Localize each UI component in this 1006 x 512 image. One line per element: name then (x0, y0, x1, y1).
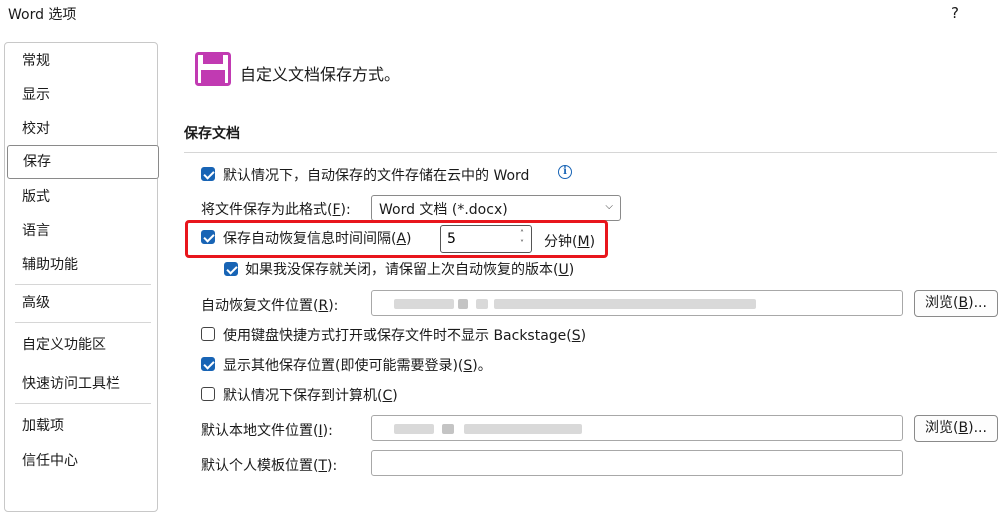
redacted-path (494, 299, 756, 309)
help-button[interactable]: ? (951, 4, 959, 22)
browse-autorecover-button[interactable]: 浏览(B)... (914, 290, 998, 317)
autorecover-label: 保存自动恢复信息时间间隔(A) (223, 231, 412, 247)
keep-last-version-checkbox[interactable] (224, 262, 238, 276)
sidebar: 常规 显示 校对 保存 版式 语言 辅助功能 高级 自定义功能区 快速访问工具栏… (4, 42, 159, 512)
no-backstage-label: 使用键盘快捷方式打开或保存文件时不显示 Backstage(S) (223, 328, 587, 344)
save-to-computer-checkbox[interactable] (201, 387, 215, 401)
sidebar-item-accessibility[interactable]: 辅助功能 (5, 248, 157, 282)
personal-templates-location-label: 默认个人模板位置(T): (201, 458, 338, 474)
redacted-path (476, 299, 488, 309)
window-title: Word 选项 (8, 7, 77, 23)
chevron-down-icon: ⌵ (605, 201, 613, 212)
chevron-up-icon[interactable]: ˄ (520, 230, 524, 238)
sidebar-item-language[interactable]: 语言 (5, 214, 157, 248)
sidebar-item-save[interactable]: 保存 (7, 145, 159, 179)
default-local-location-label: 默认本地文件位置(I): (201, 423, 333, 439)
save-to-computer-label: 默认情况下保存到计算机(C) (223, 388, 398, 404)
chevron-down-icon[interactable]: ˅ (520, 240, 524, 248)
section-title: 保存文档 (184, 126, 240, 142)
show-additional-places-checkbox[interactable] (201, 357, 215, 371)
sidebar-item-trust-center[interactable]: 信任中心 (5, 444, 157, 478)
autorecover-location-field[interactable] (371, 290, 903, 316)
sidebar-item-customize-ribbon[interactable]: 自定义功能区 (5, 328, 157, 362)
info-icon[interactable]: i (558, 165, 572, 179)
personal-templates-location-field[interactable] (371, 450, 903, 476)
redacted-path (458, 299, 468, 309)
autosave-cloud-label: 默认情况下，自动保存的文件存储在云中的 Word (223, 168, 530, 184)
file-format-label: 将文件保存为此格式(F): (201, 202, 351, 218)
redacted-path (394, 424, 434, 434)
redacted-path (442, 424, 454, 434)
sidebar-item-quick-access-toolbar[interactable]: 快速访问工具栏 (5, 367, 157, 401)
sidebar-item-proofing[interactable]: 校对 (5, 112, 157, 146)
page-heading: 自定义文档保存方式。 (240, 65, 401, 84)
sidebar-item-advanced[interactable]: 高级 (5, 286, 157, 320)
browse-local-button[interactable]: 浏览(B)... (914, 415, 998, 442)
autorecover-location-label: 自动恢复文件位置(R): (201, 298, 339, 314)
autorecover-minutes-input[interactable] (447, 228, 509, 250)
sidebar-divider (15, 403, 151, 404)
autosave-cloud-checkbox[interactable] (201, 167, 215, 181)
section-divider (184, 152, 997, 153)
personal-templates-location-input[interactable] (378, 453, 878, 473)
autorecover-checkbox[interactable] (201, 230, 215, 244)
sidebar-divider (15, 322, 151, 323)
no-backstage-checkbox[interactable] (201, 327, 215, 341)
file-format-select[interactable]: Word 文档 (*.docx) ⌵ (371, 195, 621, 221)
show-additional-places-label: 显示其他保存位置(即使可能需要登录)(S)。 (223, 358, 492, 374)
floppy-disk-icon (195, 52, 231, 86)
sidebar-item-display[interactable]: 显示 (5, 78, 157, 112)
sidebar-item-layout[interactable]: 版式 (5, 180, 157, 214)
sidebar-item-add-ins[interactable]: 加载项 (5, 409, 157, 443)
file-format-value: Word 文档 (*.docx) (379, 202, 508, 218)
minutes-label: 分钟(M) (544, 234, 596, 250)
sidebar-divider (15, 284, 151, 285)
redacted-path (464, 424, 582, 434)
redacted-path (394, 299, 454, 309)
autorecover-minutes-stepper[interactable]: ˄ ˅ (440, 225, 532, 253)
sidebar-item-general[interactable]: 常规 (5, 44, 157, 78)
keep-last-version-label: 如果我没保存就关闭，请保留上次自动恢复的版本(U) (245, 262, 575, 278)
default-local-location-field[interactable] (371, 415, 903, 441)
